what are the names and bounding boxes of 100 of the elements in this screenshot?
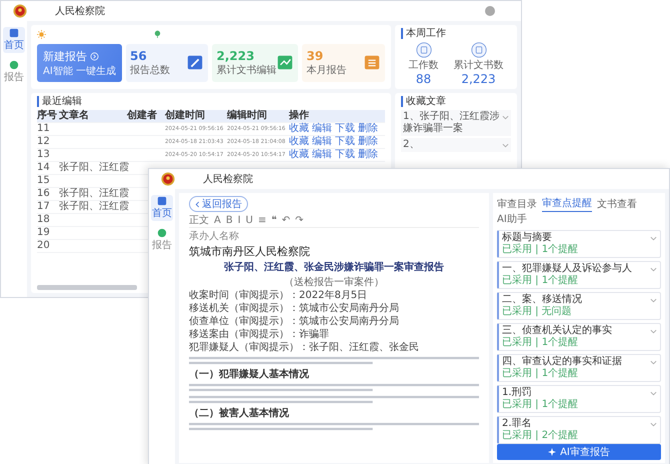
item-title: 四、审查认定的事实和证据: [502, 356, 622, 368]
toolbar-button[interactable]: ≡: [258, 213, 266, 227]
chevron-icon[interactable]: [650, 328, 657, 335]
action-link[interactable]: 收藏: [289, 123, 309, 135]
chevron-icon[interactable]: [650, 390, 657, 397]
item-title: 三、侦查机关认定的事实: [502, 325, 612, 336]
nav-item[interactable]: 首页: [151, 195, 173, 221]
action-link[interactable]: 删除: [358, 123, 378, 135]
item-title: 1.刑罚: [502, 387, 533, 398]
action-link[interactable]: 下载: [335, 136, 355, 148]
stat-value: 2,223: [216, 49, 256, 63]
nav-item[interactable]: 报告: [3, 59, 25, 85]
item-status: 已采用 | 无问题: [502, 306, 573, 318]
item-title: 标题与摘要: [502, 232, 553, 244]
action-link[interactable]: 删除: [358, 136, 378, 148]
back-button[interactable]: 返回报告: [189, 196, 248, 212]
toolbar-button[interactable]: A: [214, 213, 221, 227]
action-link[interactable]: 收藏: [289, 136, 309, 148]
chevron-icon[interactable]: [650, 359, 657, 366]
table-cell-text: 20: [37, 240, 51, 252]
toolbar-button[interactable]: I: [238, 213, 241, 227]
action-link[interactable]: 删除: [358, 149, 378, 161]
item-status: 已采用 | 2个提醒: [502, 430, 578, 442]
table-cell-text: 16: [37, 188, 51, 200]
stat-label: 报告总数: [130, 64, 170, 77]
avatar-icon[interactable]: [485, 6, 495, 16]
action-link[interactable]: 编辑: [312, 136, 332, 148]
circle-icon: [157, 228, 167, 238]
chevron-icon[interactable]: [502, 142, 509, 149]
scrollbar[interactable]: [37, 285, 137, 290]
new-report-button[interactable]: 新建报告 AI智能 一键生成: [37, 44, 122, 82]
table-cell: 张子阳、汪红霞: [59, 201, 129, 212]
review-item[interactable]: 三、侦查机关认定的事实 已采用 | 1个提醒: [497, 323, 661, 351]
item-status: 已采用 | 1个提醒: [502, 244, 578, 256]
chevron-icon[interactable]: [650, 235, 657, 242]
toolbar-button[interactable]: B: [226, 213, 233, 227]
panel-tab[interactable]: AI助手: [497, 212, 527, 227]
review-item[interactable]: 1.刑罚 已采用 | 1个提醒: [497, 385, 661, 413]
action-link[interactable]: 下载: [335, 123, 355, 135]
section-heading: （二）被害人基本情况: [189, 406, 289, 420]
toolbar-button[interactable]: ❝: [271, 213, 277, 227]
chevron-icon[interactable]: [650, 266, 657, 273]
section-title: 最近编辑: [37, 96, 385, 107]
chevron-icon[interactable]: [502, 114, 509, 121]
table-cell-text: 17: [37, 201, 51, 213]
action-link[interactable]: 编辑: [312, 123, 332, 135]
column-header: 创建时间: [165, 110, 206, 122]
emblem-icon: [161, 172, 175, 186]
column-header: 编辑时间: [227, 110, 268, 122]
document-heading: 张子阳、汪红霞、张金民涉嫌诈骗罪一案审查报告: [224, 260, 444, 274]
chart-board-icon: [276, 54, 294, 72]
panel-tab[interactable]: 审查点提醒: [542, 196, 592, 212]
nav-item[interactable]: 报告: [151, 227, 173, 253]
action-link[interactable]: 编辑: [312, 149, 332, 161]
item-status: 已采用 | 1个提醒: [502, 368, 580, 380]
sparkle-icon: [548, 448, 556, 456]
circle-icon: [9, 60, 19, 70]
toolbar-button[interactable]: ↷: [295, 213, 304, 227]
document-line: 移送机关（审阅提示）：筑城市公安局南丹分局: [189, 303, 399, 315]
favorite-item[interactable]: 2、: [403, 139, 420, 151]
table-cell-text: 15: [37, 175, 51, 187]
action-link[interactable]: 收藏: [289, 149, 309, 161]
nav-item[interactable]: 首页: [3, 27, 25, 53]
panel-tab[interactable]: 审查目录: [497, 196, 537, 212]
table-cell-text: 11: [37, 123, 51, 135]
document-icon: [470, 42, 486, 58]
arrow-circle-icon: [90, 52, 99, 60]
review-item[interactable]: 四、审查认定的事实和证据 已采用 | 1个提醒: [497, 354, 661, 382]
stat-label: 本月报告: [306, 64, 346, 77]
item-title: 2.罪名: [502, 418, 533, 430]
review-item[interactable]: 一、犯罪嫌疑人及诉讼参与人 已采用 | 1个提醒: [497, 261, 661, 289]
stat-value: 39: [306, 49, 324, 63]
app-title: 人民检察院: [55, 4, 105, 18]
back-chevron-icon: [195, 200, 200, 208]
column-header: 创建者: [127, 110, 158, 122]
metric-label: 工作数: [408, 59, 438, 72]
clipboard-icon: [363, 54, 381, 72]
item-status: 已采用 | 1个提醒: [502, 275, 580, 287]
document-line: 侦查单位（审阅提示）：筑城市公安局南丹分局: [189, 316, 399, 328]
metric-label: 累计文书数: [454, 58, 504, 72]
metric-value: 88: [416, 72, 432, 86]
table-cell: 张子阳、汪红霞: [59, 162, 129, 173]
stat-label: 累计文书编辑: [216, 64, 276, 77]
action-link[interactable]: 下载: [335, 149, 355, 161]
toolbar-button[interactable]: U: [246, 213, 253, 227]
item-title: 二、案、移送情况: [502, 294, 582, 306]
panel-tab[interactable]: 文书查看: [597, 196, 637, 212]
section-title: 收藏文章: [401, 96, 511, 107]
item-status: 已采用 | 1个提醒: [502, 399, 578, 411]
document-line: 犯罪嫌疑人（审阅提示）：张子阳、汪红霞、张金民: [189, 342, 419, 354]
review-item[interactable]: 标题与摘要 已采用 | 1个提醒: [497, 230, 661, 258]
generate-button[interactable]: AI审查报告: [497, 444, 661, 460]
document-subheading: （送检报告一审案件）: [284, 276, 384, 289]
chevron-icon[interactable]: [650, 297, 657, 304]
table-cell: 张子阳、汪红霞: [59, 188, 129, 199]
review-item[interactable]: 二、案、移送情况 已采用 | 无问题: [497, 292, 661, 320]
chevron-icon[interactable]: [650, 421, 657, 428]
toolbar-button[interactable]: 正文: [189, 213, 209, 227]
toolbar-button[interactable]: ↶: [282, 213, 290, 227]
column-header: 文章名: [59, 110, 90, 122]
